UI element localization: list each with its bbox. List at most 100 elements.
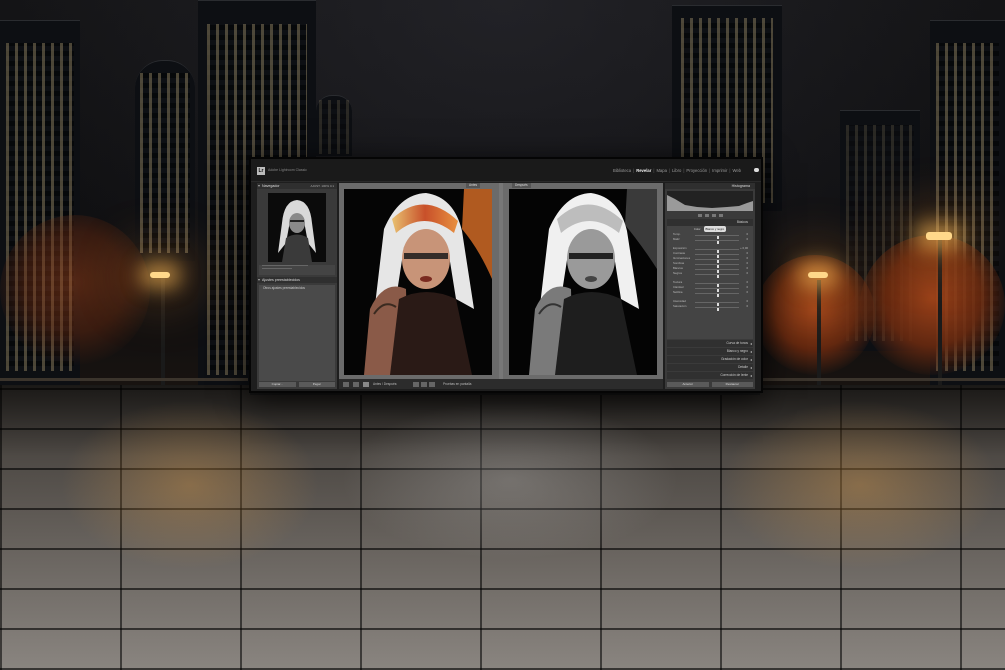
basic-header[interactable]: Básicos — [667, 219, 753, 226]
module-revelar[interactable]: Revelar — [634, 168, 653, 173]
slider-label: Negros — [673, 271, 683, 275]
collapse-triangle-icon — [258, 184, 260, 187]
paste-button[interactable]: Pegar — [298, 382, 335, 387]
slider-value: 0 — [746, 271, 748, 275]
cloud-sync-icon[interactable] — [754, 168, 759, 172]
railing — [760, 378, 1005, 381]
street-lamp-pole — [938, 240, 942, 390]
module-web[interactable]: Web — [730, 168, 743, 173]
module-mapa[interactable]: Mapa — [654, 168, 668, 173]
right-panel-buttons: Anterior Restaurar — [667, 382, 753, 387]
floor-reflection — [60, 400, 320, 570]
floor-reflection — [720, 400, 1000, 570]
slider-track[interactable] — [695, 268, 739, 273]
previous-button[interactable]: Anterior — [667, 382, 709, 387]
histogram — [667, 191, 753, 211]
presets-label: Ajustes preestablecidos — [262, 278, 300, 282]
tree-foliage — [0, 215, 150, 365]
portrait-bw — [509, 189, 657, 375]
building — [316, 95, 352, 156]
slider-rows: Temp. 0 Matiz 0 Exposición + 0,00 Contraste 0 Il… — [667, 232, 753, 311]
section-detail[interactable]: Detalle — [667, 364, 753, 371]
zoom-options[interactable]: AJUST. 100% 4:1 — [310, 183, 334, 189]
module-imprimir[interactable]: Imprimir — [710, 168, 729, 173]
slider-label: Saturación — [673, 304, 687, 308]
section-color-grading[interactable]: Gradación de color — [667, 356, 753, 363]
street-lamp-light — [150, 272, 170, 278]
slider-label: Neblina — [673, 290, 683, 294]
slider-track[interactable] — [695, 248, 739, 253]
module-biblioteca[interactable]: Biblioteca — [611, 168, 633, 173]
tool-strip — [667, 213, 753, 218]
navigator-thumbnail[interactable] — [268, 193, 326, 262]
swap-settings-icon[interactable] — [429, 381, 435, 387]
slider-track[interactable] — [695, 239, 739, 244]
slider-track[interactable] — [695, 301, 739, 306]
slider-row[interactable]: Saturación 0 — [667, 304, 753, 311]
crop-tool-icon[interactable] — [697, 214, 702, 217]
slider-track[interactable] — [695, 287, 739, 292]
before-after-icon[interactable] — [353, 381, 359, 387]
preset-item[interactable]: Otros ajustes preestablecidos — [259, 285, 335, 291]
section-lens-correction[interactable]: Corrección de lente — [667, 372, 753, 379]
center-workspace: Antes Después Antes / Después: Pruebas e… — [339, 183, 663, 389]
slider-knob[interactable] — [717, 308, 719, 311]
slider-track[interactable] — [695, 253, 739, 258]
slider-track[interactable] — [695, 263, 739, 268]
histogram-label: Histograma — [731, 184, 750, 188]
slider-track[interactable] — [695, 258, 739, 263]
soft-proof-label[interactable]: Pruebas en pantalla — [443, 382, 471, 386]
top-bar: Lr Adobe Lightroom Classic Biblioteca | R… — [251, 159, 761, 182]
slider-track[interactable] — [695, 234, 739, 239]
histogram-graph — [667, 195, 753, 211]
slider-label: Matiz — [673, 237, 680, 241]
after-label: Después — [512, 183, 531, 188]
slider-knob[interactable] — [717, 241, 719, 244]
preset-list: Otros ajustes preestablecidos — [259, 285, 335, 381]
before-label: Antes — [466, 183, 481, 188]
module-libro[interactable]: Libro — [670, 168, 683, 173]
module-picker: Biblioteca | Revelar | Mapa | Libro | Proyec… — [611, 168, 743, 173]
slider-track[interactable] — [695, 292, 739, 297]
bottom-toolbar: Antes / Después: Pruebas en pantalla — [339, 379, 663, 389]
slider-value: 0 — [746, 304, 748, 308]
yy-view-icon[interactable] — [363, 381, 369, 387]
street-lamp-light — [926, 232, 952, 240]
swap-icon[interactable] — [413, 381, 419, 387]
navigator-header[interactable]: Navegador AJUST. 100% 4:1 — [257, 183, 337, 189]
tree-foliage — [860, 235, 1005, 375]
slider-track[interactable] — [695, 273, 739, 278]
lightroom-screen: Lr Adobe Lightroom Classic Biblioteca | R… — [249, 157, 763, 393]
presets-header[interactable]: Ajustes preestablecidos — [257, 277, 337, 283]
mask-icon[interactable] — [718, 214, 723, 217]
copy-settings-icon[interactable] — [421, 381, 427, 387]
right-panel: Histograma Básicos Color Blanco y negro … — [665, 183, 755, 389]
slider-row[interactable]: Matiz 0 — [667, 237, 753, 244]
module-proyeccion[interactable]: Proyección — [684, 168, 709, 173]
slider-value: 0 — [746, 290, 748, 294]
after-photo[interactable] — [509, 189, 657, 375]
left-panel-buttons: Copiar... Pegar — [259, 382, 335, 387]
histogram-header[interactable]: Histograma — [665, 183, 755, 189]
slider-knob[interactable] — [717, 294, 719, 297]
slider-row[interactable]: Neblina 0 — [667, 290, 753, 297]
slider-knob[interactable] — [717, 275, 719, 278]
building — [135, 60, 195, 261]
copy-button[interactable]: Copiar... — [259, 382, 296, 387]
portrait-thumbnail-bw — [268, 193, 326, 262]
slider-row[interactable]: Negros 0 — [667, 271, 753, 278]
street-lamp-pole — [161, 278, 165, 388]
slider-track[interactable] — [695, 282, 739, 287]
before-photo[interactable] — [344, 189, 492, 375]
section-black-white[interactable]: Blanco y negro — [667, 348, 753, 355]
spot-removal-icon[interactable] — [704, 214, 709, 217]
red-eye-icon[interactable] — [711, 214, 716, 217]
lightroom-logo-icon: Lr — [257, 167, 265, 175]
street-lamp-pole — [817, 280, 821, 390]
loupe-view-icon[interactable] — [343, 381, 349, 387]
slider-track[interactable] — [695, 306, 739, 311]
reset-button[interactable]: Restaurar — [711, 382, 753, 387]
section-tone-curve[interactable]: Curva de tonos — [667, 340, 753, 347]
view-divider — [499, 183, 503, 379]
navigator-label: Navegador — [262, 184, 280, 188]
